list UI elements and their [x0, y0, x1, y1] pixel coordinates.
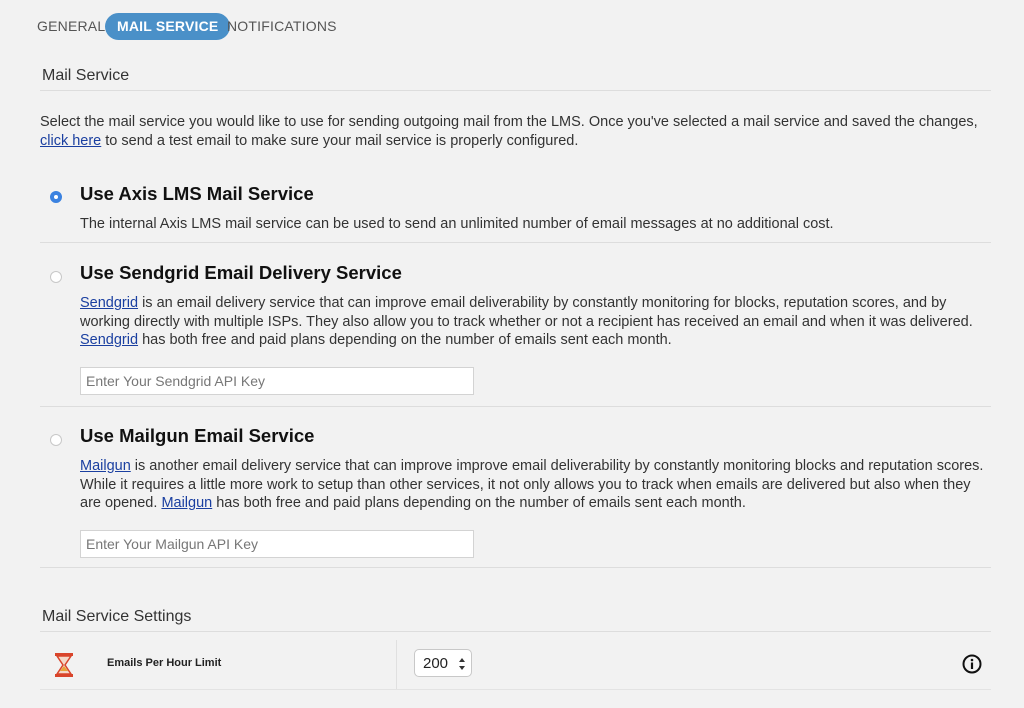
test-email-link[interactable]: click here [40, 133, 101, 149]
tab-bar: GENERAL MAIL SERVICE NOTIFICATIONS [0, 13, 1024, 41]
description-text: has both free and paid plans depending o… [212, 495, 746, 511]
mail-service-heading: Mail Service [42, 67, 130, 84]
option-title-axis: Use Axis LMS Mail Service [80, 183, 314, 204]
radio-mailgun[interactable] [50, 434, 62, 446]
emails-per-hour-value: 200 [423, 655, 449, 672]
emails-per-hour-select[interactable]: 200 [414, 649, 472, 677]
mailgun-link[interactable]: Mailgun [161, 495, 212, 511]
option-title-mailgun: Use Mailgun Email Service [80, 425, 315, 446]
mailgun-api-key-input[interactable] [80, 530, 474, 558]
sendgrid-link[interactable]: Sendgrid [80, 295, 138, 311]
tab-notifications[interactable]: NOTIFICATIONS [227, 13, 337, 40]
hourglass-icon [55, 653, 73, 677]
option-title-sendgrid: Use Sendgrid Email Delivery Service [80, 262, 402, 283]
option-description-mailgun: Mailgun is another email delivery servic… [80, 457, 992, 513]
tab-mail-service[interactable]: MAIL SERVICE [105, 13, 231, 40]
divider [40, 631, 991, 632]
up-down-arrows-icon [459, 658, 465, 670]
info-icon[interactable] [962, 654, 982, 674]
radio-axis-mail[interactable] [50, 191, 62, 203]
setting-row-emails-per-hour: Emails Per Hour Limit 200 [40, 634, 991, 690]
divider [40, 406, 991, 407]
divider [40, 567, 991, 568]
emails-per-hour-label: Emails Per Hour Limit [107, 657, 222, 669]
intro-text-part: Select the mail service you would like t… [40, 114, 978, 130]
sendgrid-link[interactable]: Sendgrid [80, 332, 138, 348]
option-description-sendgrid: Sendgrid is an email delivery service th… [80, 294, 988, 350]
description-text: has both free and paid plans depending o… [138, 332, 672, 348]
settings-heading: Mail Service Settings [42, 608, 192, 625]
radio-sendgrid[interactable] [50, 271, 62, 283]
divider [396, 640, 397, 690]
mailgun-link[interactable]: Mailgun [80, 458, 131, 474]
intro-text: Select the mail service you would like t… [40, 113, 980, 150]
divider [40, 90, 991, 91]
sendgrid-api-key-input[interactable] [80, 367, 474, 395]
option-description-axis: The internal Axis LMS mail service can b… [80, 216, 834, 232]
divider [40, 689, 991, 690]
tab-general[interactable]: GENERAL [37, 13, 105, 40]
description-text: is an email delivery service that can im… [80, 295, 973, 330]
divider [40, 242, 991, 243]
intro-text-part: to send a test email to make sure your m… [101, 132, 579, 149]
